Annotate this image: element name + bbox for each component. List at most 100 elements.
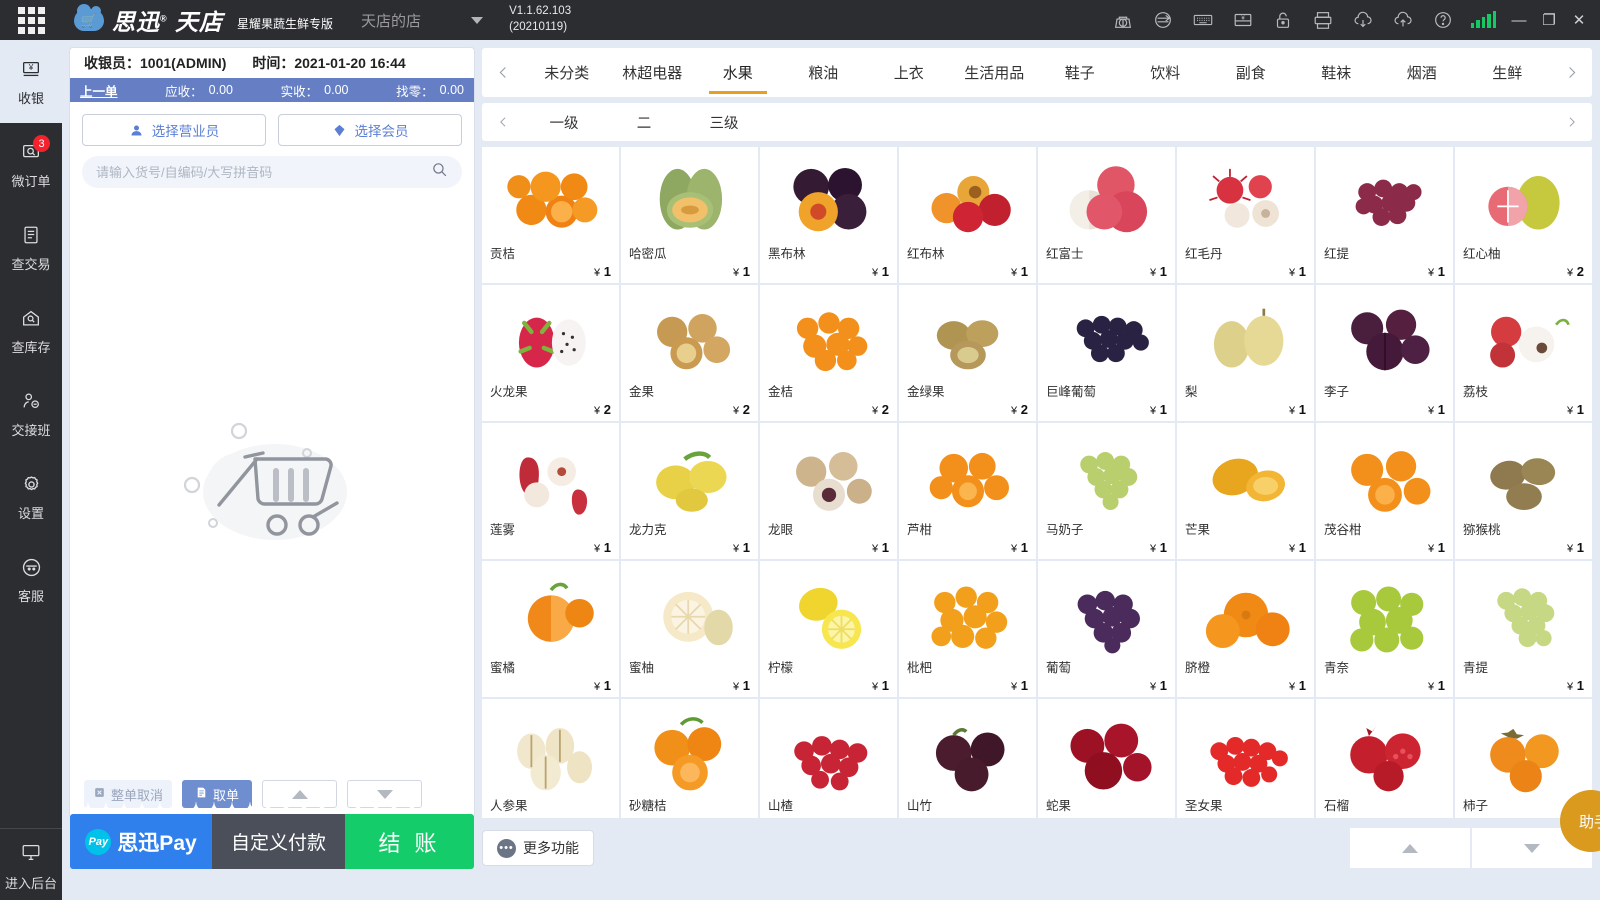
category-tab[interactable]: 饮料 [1123, 48, 1209, 97]
price-value: 2 [1020, 402, 1028, 417]
product-card[interactable]: 红布林 ¥ 1 [899, 147, 1036, 283]
product-card[interactable]: 巨峰葡萄 ¥ 1 [1038, 285, 1175, 421]
cloud-download-icon[interactable] [1343, 0, 1383, 40]
product-card[interactable]: 火龙果 ¥ 2 [482, 285, 619, 421]
search-icon[interactable] [431, 161, 448, 183]
subcategory-next-button[interactable] [1550, 113, 1592, 131]
product-card[interactable]: 黑布林 ¥ 1 [760, 147, 897, 283]
sidebar-item-micro-order[interactable]: 3 微订单 [0, 123, 62, 206]
product-card[interactable]: 金桔 ¥ 2 [760, 285, 897, 421]
product-card[interactable]: 红提 ¥ 1 [1316, 147, 1453, 283]
product-page-up-button[interactable] [1350, 828, 1470, 868]
product-card[interactable]: 砂糖桔 ¥ 1 [621, 699, 758, 818]
product-card[interactable]: 金果 ¥ 2 [621, 285, 758, 421]
product-card[interactable]: 马奶子 ¥ 1 [1038, 423, 1175, 559]
printer-icon[interactable] [1303, 0, 1343, 40]
product-card[interactable]: 脐橙 ¥ 1 [1177, 561, 1314, 697]
product-card[interactable]: 李子 ¥ 1 [1316, 285, 1453, 421]
subcategory-tab[interactable]: 三级 [684, 112, 764, 133]
product-card[interactable]: 红富士 ¥ 1 [1038, 147, 1175, 283]
product-card[interactable]: 青提 ¥ 1 [1455, 561, 1592, 697]
category-tab[interactable]: 林超电器 [610, 48, 696, 97]
product-card[interactable]: 芒果 ¥ 1 [1177, 423, 1314, 559]
product-card[interactable]: 茂谷柑 ¥ 1 [1316, 423, 1453, 559]
category-tab[interactable]: 未分类 [524, 48, 610, 97]
product-card[interactable]: 蛇果 ¥ 1 [1038, 699, 1175, 818]
product-card[interactable]: 莲雾 ¥ 1 [482, 423, 619, 559]
category-tab[interactable]: 鞋子 [1037, 48, 1123, 97]
select-member-button[interactable]: 选择会员 [278, 114, 462, 146]
category-tab[interactable]: 鞋袜 [1294, 48, 1380, 97]
cash-drawer-icon[interactable]: ¥ [1223, 0, 1263, 40]
custom-payment-button[interactable]: 自定义付款 [212, 814, 345, 869]
price-value: 1 [1437, 540, 1445, 555]
sidebar-item-cashier[interactable]: ¥ 收银 [0, 40, 62, 123]
sidebar-item-settings[interactable]: 设置 [0, 455, 62, 538]
product-card[interactable]: 蜜柚 ¥ 1 [621, 561, 758, 697]
subcategory-tabs: 一级二三级 [524, 112, 764, 133]
product-card[interactable]: 红心柚 ¥ 2 [1455, 147, 1592, 283]
weight-transfer-icon[interactable] [1143, 0, 1183, 40]
product-card[interactable]: 山楂 ¥ 1 [760, 699, 897, 818]
product-card[interactable]: 龙力克 ¥ 1 [621, 423, 758, 559]
product-card[interactable]: 柠檬 ¥ 1 [760, 561, 897, 697]
sidebar-item-shift-handover[interactable]: 交接班 [0, 372, 62, 455]
sidebar-item-transactions[interactable]: 查交易 [0, 206, 62, 289]
subcategory-tab[interactable]: 一级 [524, 112, 604, 133]
product-card[interactable]: 人参果 ¥ 1 [482, 699, 619, 818]
product-card[interactable]: 葡萄 ¥ 1 [1038, 561, 1175, 697]
product-card[interactable]: 圣女果 ¥ 1 [1177, 699, 1314, 818]
restore-button[interactable]: ❐ [1534, 0, 1564, 40]
product-card[interactable]: 山竹 ¥ 1 [899, 699, 1036, 818]
search-box[interactable] [82, 156, 462, 188]
product-image [1463, 705, 1584, 800]
product-card[interactable]: 枇杷 ¥ 1 [899, 561, 1036, 697]
category-tab[interactable]: 生活用品 [952, 48, 1038, 97]
subcategory-tab[interactable]: 二 [604, 112, 684, 133]
category-tab[interactable]: 粮油 [781, 48, 867, 97]
product-card[interactable]: 荔枝 ¥ 1 [1455, 285, 1592, 421]
more-functions-button[interactable]: ••• 更多功能 [482, 830, 594, 866]
category-next-button[interactable] [1550, 48, 1592, 97]
price-value: 1 [1020, 678, 1028, 693]
previous-order-link[interactable]: 上一单 [80, 81, 118, 100]
help-icon[interactable] [1423, 0, 1463, 40]
product-panel: 未分类 林超电器 水果 粮油 上衣 生活用品 鞋子 饮料 副食 鞋袜 烟酒 生鲜 一级二三级 贡桔 ¥ … [482, 48, 1592, 818]
select-clerk-button[interactable]: 选择营业员 [82, 114, 266, 146]
sixun-pay-button[interactable]: Pay 思迅Pay [70, 814, 212, 869]
category-tab[interactable]: 上衣 [866, 48, 952, 97]
category-tab[interactable]: 副食 [1208, 48, 1294, 97]
product-name: 青奈 [1324, 661, 1350, 676]
apps-grid-icon[interactable] [0, 0, 62, 40]
category-prev-button[interactable] [482, 48, 524, 97]
product-card[interactable]: 青奈 ¥ 1 [1316, 561, 1453, 697]
category-tab[interactable]: 烟酒 [1379, 48, 1465, 97]
product-card[interactable]: 蜜橘 ¥ 1 [482, 561, 619, 697]
lock-icon[interactable] [1263, 0, 1303, 40]
product-card[interactable]: 猕猴桃 ¥ 1 [1455, 423, 1592, 559]
product-card[interactable]: 红毛丹 ¥ 1 [1177, 147, 1314, 283]
subcategory-prev-button[interactable] [482, 113, 524, 131]
sidebar-item-inventory[interactable]: 查库存 [0, 289, 62, 372]
keyboard-icon[interactable] [1183, 0, 1223, 40]
scale-icon[interactable] [1103, 0, 1143, 40]
category-tab[interactable]: 水果 [695, 48, 781, 97]
product-card[interactable]: 梨 ¥ 1 [1177, 285, 1314, 421]
product-card[interactable]: 哈密瓜 ¥ 1 [621, 147, 758, 283]
category-tab[interactable]: 生鲜 [1465, 48, 1551, 97]
store-selector[interactable]: 天店的店 [361, 10, 484, 31]
product-card[interactable]: 芦柑 ¥ 1 [899, 423, 1036, 559]
sidebar-item-support[interactable]: 客服 [0, 538, 62, 621]
sidebar-item-backend[interactable]: 进入后台 [0, 828, 62, 892]
minimize-button[interactable]: — [1504, 0, 1534, 40]
product-card[interactable]: 龙眼 ¥ 1 [760, 423, 897, 559]
search-input[interactable] [96, 164, 431, 180]
version-label: V1.1.62.103 (20210119) [509, 4, 571, 35]
product-image [907, 705, 1028, 800]
cloud-upload-icon[interactable] [1383, 0, 1423, 40]
close-button[interactable]: ✕ [1564, 0, 1594, 40]
product-card[interactable]: 石榴 ¥ 1 [1316, 699, 1453, 818]
product-card[interactable]: 金绿果 ¥ 2 [899, 285, 1036, 421]
product-card[interactable]: 贡桔 ¥ 1 [482, 147, 619, 283]
settle-button[interactable]: 结 账 [345, 814, 474, 869]
